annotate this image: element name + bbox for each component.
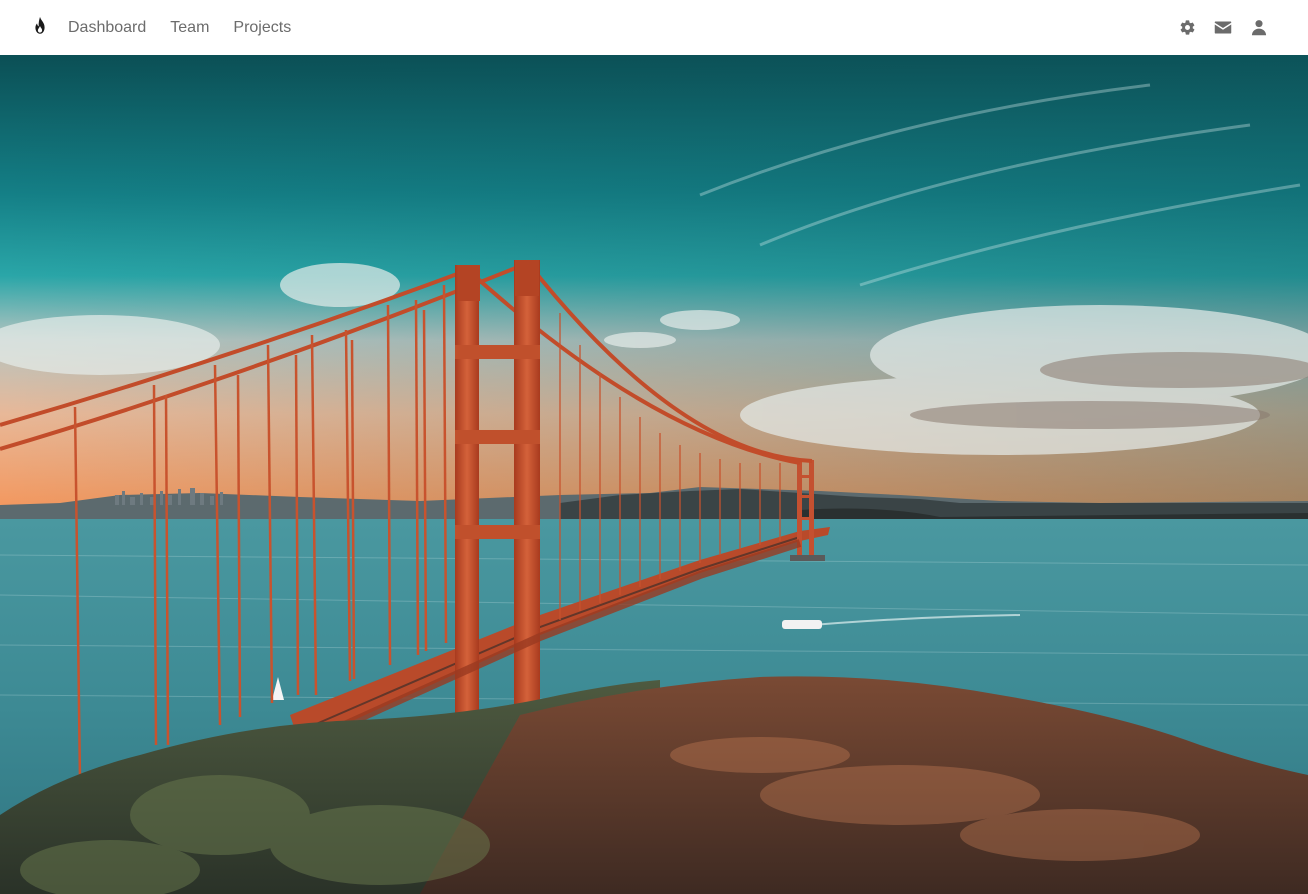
nav-link-team[interactable]: Team (170, 19, 209, 36)
hero-image-golden-gate-bridge (0, 55, 1308, 894)
profile-button[interactable] (1250, 19, 1268, 37)
primary-nav: Dashboard Team Projects (68, 0, 291, 55)
brand-logo-flame-icon[interactable] (28, 14, 52, 38)
top-navbar: Dashboard Team Projects (0, 0, 1308, 55)
messages-button[interactable] (1214, 19, 1232, 37)
settings-button[interactable] (1178, 19, 1196, 37)
nav-icon-group (1178, 0, 1268, 55)
hero-photo (0, 55, 1308, 894)
nav-link-projects[interactable]: Projects (233, 19, 291, 36)
envelope-icon (1214, 21, 1232, 34)
flame-icon (35, 16, 45, 34)
nav-link-dashboard[interactable]: Dashboard (68, 19, 146, 36)
gear-icon (1180, 20, 1194, 35)
user-icon (1251, 20, 1267, 36)
